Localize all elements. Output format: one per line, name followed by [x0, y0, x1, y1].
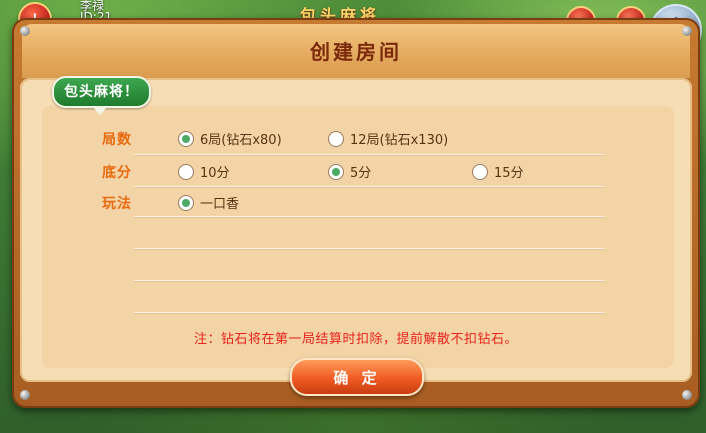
- dialog-header: 创建房间: [22, 24, 690, 80]
- radio-icon[interactable]: [178, 163, 194, 180]
- base-score-label: 底分: [102, 165, 132, 181]
- row-divider: [134, 154, 604, 155]
- option-label: 10分: [200, 166, 230, 181]
- rounds-label: 局数: [102, 132, 132, 148]
- option-label: 15分: [494, 166, 524, 181]
- option-5-points[interactable]: 5分: [328, 162, 371, 181]
- option-label: 5分: [350, 166, 372, 181]
- game-type-tag: 包头麻将！: [52, 76, 151, 108]
- option-label: 12局(钻石x130): [350, 133, 449, 148]
- rivet-decoration: [682, 390, 692, 400]
- option-15-points[interactable]: 15分: [472, 162, 524, 181]
- rivet-decoration: [20, 390, 30, 400]
- radio-icon[interactable]: [472, 163, 488, 180]
- row-divider: [134, 248, 604, 249]
- option-12-rounds[interactable]: 12局(钻石x130): [328, 129, 448, 148]
- option-6-rounds[interactable]: 6局(钻石x80): [178, 129, 282, 148]
- row-divider: [134, 280, 604, 281]
- radio-icon[interactable]: [328, 130, 344, 147]
- rivet-decoration: [682, 26, 692, 36]
- diamond-note: 注：钻石将在第一局结算时扣除，提前解散不扣钻石。: [193, 332, 518, 347]
- row-divider: [134, 186, 604, 187]
- radio-icon[interactable]: [328, 163, 344, 180]
- option-label: 6局(钻石x80): [200, 133, 282, 148]
- create-room-dialog: 创建房间 包头麻将！ 局数 6局(钻石x80) 12局(钻石x130) 底分 1…: [12, 18, 700, 408]
- option-10-points[interactable]: 10分: [178, 162, 230, 181]
- dialog-title: 创建房间: [310, 40, 402, 64]
- radio-icon[interactable]: [178, 194, 194, 211]
- play-mode-label: 玩法: [102, 196, 132, 212]
- option-label: 一口香: [200, 197, 240, 212]
- row-divider: [134, 216, 604, 217]
- radio-icon[interactable]: [178, 130, 194, 147]
- confirm-button[interactable]: 确 定: [290, 358, 424, 396]
- tag-pointer: [92, 106, 108, 115]
- rivet-decoration: [20, 26, 30, 36]
- row-divider: [134, 312, 604, 313]
- option-yikouxiang[interactable]: 一口香: [178, 193, 239, 212]
